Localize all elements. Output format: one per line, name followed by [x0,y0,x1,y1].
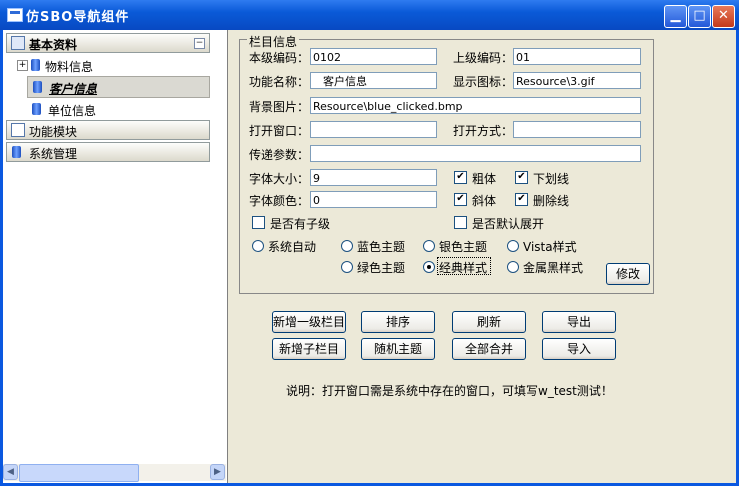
has-children-checkbox[interactable] [252,216,265,229]
theme-blue-label: 蓝色主题 [357,240,406,254]
tree-item-material[interactable]: + 物料信息 [3,56,208,74]
nav-panel: 基本资料 − + 物料信息 客户信息 单位信息 功能模块 系统管理 ◀ ▶ [3,30,228,483]
title-bar[interactable]: 仿SBO导航组件 ▁ □ ✕ [0,0,739,30]
expand-plus-icon[interactable]: + [17,60,28,71]
minimize-icon: ▁ [670,8,681,23]
modify-button[interactable]: 修改 [606,263,650,285]
font-color-label: 字体颜色： [249,194,310,208]
bold-checkbox[interactable]: ✔ [454,171,467,184]
open-mode-input[interactable] [513,121,641,138]
level-code-input[interactable]: 0102 [310,48,437,65]
database-icon [32,103,41,115]
icon-input[interactable]: Resource\3.gif [513,72,641,89]
scroll-left-icon[interactable]: ◀ [3,464,18,480]
import-button[interactable]: 导入 [542,338,616,360]
window-title: 仿SBO导航组件 [26,10,130,25]
nav-group-system[interactable]: 系统管理 [6,142,210,162]
theme-silver-label: 银色主题 [439,240,488,254]
nav-group-label: 基本资料 [29,38,78,52]
group-legend: 栏目信息 [247,33,300,50]
params-input[interactable] [310,145,641,162]
collapse-icon[interactable]: − [194,38,205,49]
tree-item-label: 物料信息 [45,60,94,74]
tree-item-label: 客户信息 [49,82,98,96]
database-icon [12,146,21,158]
merge-all-button[interactable]: 全部合并 [452,338,526,360]
sort-button[interactable]: 排序 [361,311,435,333]
func-name-label: 功能名称： [249,75,310,89]
tree-item-unit[interactable]: 单位信息 [3,100,208,118]
parent-code-input[interactable]: 01 [513,48,641,65]
theme-classic-label: 经典样式 [439,261,488,275]
open-window-input[interactable] [310,121,437,138]
bg-label: 背景图片： [249,100,310,114]
level-code-label: 本级编码： [249,51,310,65]
nav-group-basic[interactable]: 基本资料 − [6,33,210,53]
maximize-button[interactable]: □ [688,5,711,28]
open-mode-label: 打开方式： [453,124,514,138]
note-text: 说明：打开窗口需是系统中存在的窗口，可填写w_test测试！ [286,384,613,398]
close-button[interactable]: ✕ [712,5,735,28]
minimize-button[interactable]: ▁ [664,5,687,28]
group-icon [11,36,25,50]
theme-metal-radio[interactable] [507,261,519,273]
strike-checkbox[interactable]: ✔ [515,193,528,206]
scroll-thumb[interactable] [19,464,139,482]
export-button[interactable]: 导出 [542,311,616,333]
nav-group-label: 功能模块 [29,125,78,139]
theme-auto-label: 系统自动 [268,240,317,254]
app-window: 仿SBO导航组件 ▁ □ ✕ 基本资料 − + 物料信息 客户信息 单位信息 功… [0,0,739,486]
underline-checkbox[interactable]: ✔ [515,171,528,184]
theme-vista-radio[interactable] [507,240,519,252]
has-children-label: 是否有子级 [270,217,331,231]
add-top-button[interactable]: 新增一级栏目 [272,311,346,333]
parent-code-label: 上级编码： [453,51,514,65]
bg-input[interactable]: Resource\blue_clicked.bmp [310,97,641,114]
window-icon [11,123,25,137]
italic-checkbox[interactable]: ✔ [454,193,467,206]
client-area: 基本资料 − + 物料信息 客户信息 单位信息 功能模块 系统管理 ◀ ▶ 栏目… [3,30,736,483]
theme-green-label: 绿色主题 [357,261,406,275]
theme-auto-radio[interactable] [252,240,264,252]
refresh-button[interactable]: 刷新 [452,311,526,333]
tree-item-customer[interactable]: 客户信息 [27,76,210,98]
database-icon [33,81,42,93]
maximize-icon: □ [693,8,706,23]
database-icon [31,59,40,71]
tree-item-label: 单位信息 [48,104,97,118]
params-label: 传递参数： [249,148,310,162]
horizontal-scrollbar[interactable]: ◀ ▶ [3,464,226,482]
nav-group-modules[interactable]: 功能模块 [6,120,210,140]
add-child-button[interactable]: 新增子栏目 [272,338,346,360]
theme-silver-radio[interactable] [423,240,435,252]
default-expand-label: 是否默认展开 [472,217,545,231]
strike-label: 删除线 [533,194,570,208]
open-window-label: 打开窗口： [249,124,310,138]
theme-classic-radio[interactable] [423,261,435,273]
font-color-input[interactable]: 0 [310,191,437,208]
nav-group-label: 系统管理 [29,147,78,161]
theme-green-radio[interactable] [341,261,353,273]
underline-label: 下划线 [533,172,570,186]
close-icon: ✕ [718,8,729,23]
theme-vista-label: Vista样式 [523,240,577,254]
theme-metal-label: 金属黑样式 [523,261,584,275]
theme-blue-radio[interactable] [341,240,353,252]
font-size-label: 字体大小： [249,172,310,186]
italic-label: 斜体 [472,194,497,208]
default-expand-checkbox[interactable] [454,216,467,229]
random-theme-button[interactable]: 随机主题 [361,338,435,360]
func-name-input[interactable]: 客户信息 [310,72,437,89]
icon-label: 显示图标： [453,75,514,89]
app-icon [7,8,23,22]
bold-label: 粗体 [472,172,497,186]
scroll-right-icon[interactable]: ▶ [210,464,225,480]
font-size-input[interactable]: 9 [310,169,437,186]
